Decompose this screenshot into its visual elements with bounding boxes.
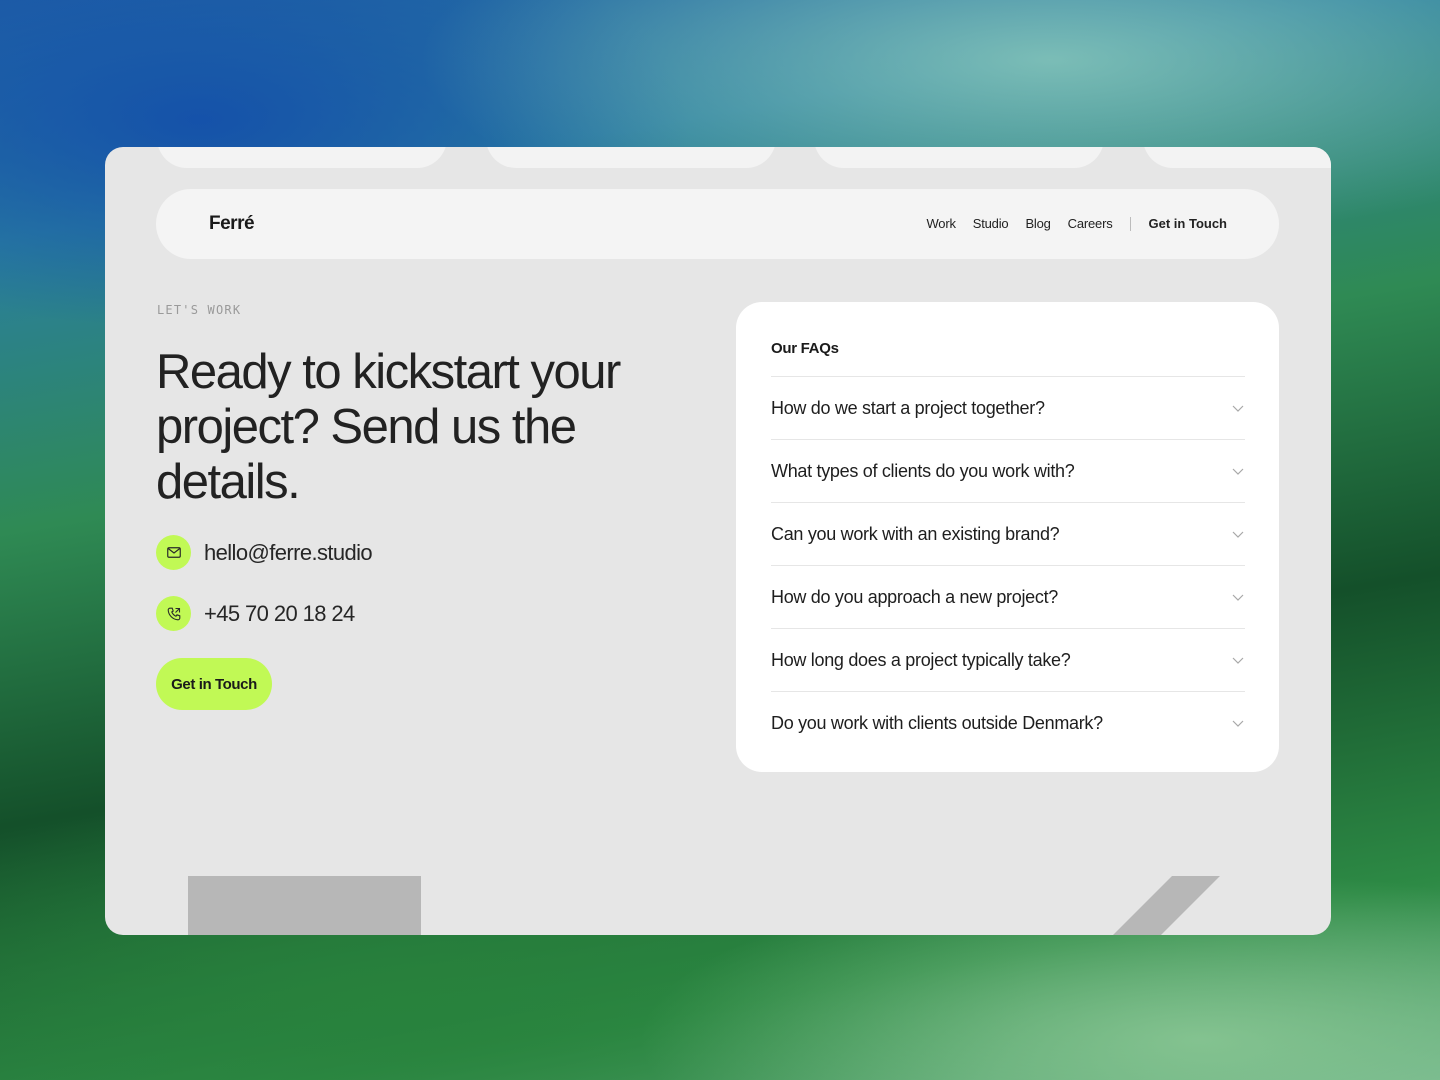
top-tab-pill bbox=[814, 147, 1104, 168]
faq-question: Do you work with clients outside Denmark… bbox=[771, 712, 1103, 733]
faq-item[interactable]: Do you work with clients outside Denmark… bbox=[771, 691, 1245, 754]
chevron-down-icon bbox=[1232, 468, 1244, 475]
get-in-touch-button[interactable]: Get in Touch bbox=[156, 658, 272, 710]
chevron-down-icon bbox=[1232, 594, 1244, 601]
nav-get-in-touch[interactable]: Get in Touch bbox=[1149, 216, 1227, 231]
chevron-down-icon bbox=[1232, 405, 1244, 412]
top-tab-pill bbox=[157, 147, 447, 168]
faq-item[interactable]: How long does a project typically take? bbox=[771, 628, 1245, 691]
nav-divider bbox=[1129, 216, 1131, 231]
faq-question: Can you work with an existing brand? bbox=[771, 523, 1060, 544]
contact-email[interactable]: hello@ferre.studio bbox=[156, 535, 373, 570]
faq-title: Our FAQs bbox=[771, 340, 839, 357]
mail-icon bbox=[156, 535, 191, 570]
email-address[interactable]: hello@ferre.studio bbox=[204, 540, 373, 566]
top-tab-pill bbox=[1143, 147, 1331, 168]
faq-question: How long does a project typically take? bbox=[771, 649, 1071, 670]
nav-links: Work Studio Blog Careers Get in Touch bbox=[909, 216, 1227, 231]
chevron-down-icon bbox=[1232, 657, 1244, 664]
chevron-down-icon bbox=[1232, 720, 1244, 727]
faq-question: What types of clients do you work with? bbox=[771, 460, 1075, 481]
faq-panel: Our FAQs How do we start a project toget… bbox=[736, 302, 1279, 772]
top-tab-pill bbox=[486, 147, 776, 168]
phone-icon bbox=[156, 596, 191, 631]
decorative-block bbox=[188, 876, 421, 935]
faq-question: How do we start a project together? bbox=[771, 397, 1045, 418]
chevron-down-icon bbox=[1232, 531, 1244, 538]
nav-link-blog[interactable]: Blog bbox=[1025, 216, 1050, 231]
faq-item[interactable]: How do you approach a new project? bbox=[771, 565, 1245, 628]
phone-number[interactable]: +45 70 20 18 24 bbox=[204, 601, 355, 627]
nav-link-studio[interactable]: Studio bbox=[973, 216, 1009, 231]
page-card: Ferré Work Studio Blog Careers Get in To… bbox=[105, 147, 1331, 935]
decorative-slant bbox=[1113, 876, 1220, 935]
faq-list: How do we start a project together? What… bbox=[771, 376, 1245, 754]
page-title: Ready to kickstart your project? Send us… bbox=[156, 345, 621, 509]
faq-item[interactable]: Can you work with an existing brand? bbox=[771, 502, 1245, 565]
faq-question: How do you approach a new project? bbox=[771, 586, 1058, 607]
faq-item[interactable]: What types of clients do you work with? bbox=[771, 439, 1245, 502]
nav-link-work[interactable]: Work bbox=[926, 216, 955, 231]
nav-link-careers[interactable]: Careers bbox=[1068, 216, 1113, 231]
logo[interactable]: Ferré bbox=[209, 213, 255, 235]
contact-phone[interactable]: +45 70 20 18 24 bbox=[156, 596, 355, 631]
faq-item[interactable]: How do we start a project together? bbox=[771, 376, 1245, 439]
navbar: Ferré Work Studio Blog Careers Get in To… bbox=[156, 189, 1279, 259]
section-eyebrow: LET'S WORK bbox=[157, 303, 242, 317]
